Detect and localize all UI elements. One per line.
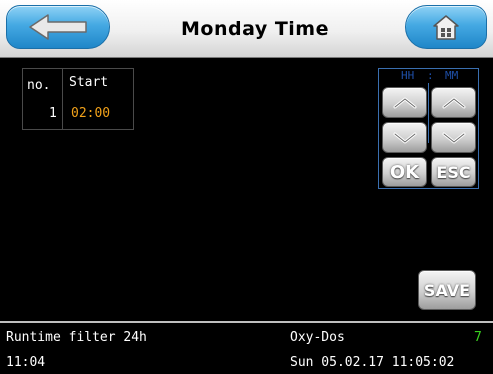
time-separator: : [427,69,434,82]
column-header-start: Start [69,75,109,90]
ok-label: OK [389,161,420,183]
date-time-display: Sun 05.02.17 11:05:02 [290,355,455,370]
chevron-down-icon [442,132,465,143]
minutes-label: MM [445,69,459,82]
hours-up-button[interactable] [382,87,427,118]
runtime-filter-time: 11:04 [6,355,46,370]
column-divider [62,69,63,129]
esc-label: ESC [436,162,471,182]
save-label: SAVE [423,280,471,300]
chevron-up-icon [442,97,465,108]
time-adjuster: HH : MM OK ESC [378,68,479,189]
house-icon [433,15,459,40]
esc-button[interactable]: ESC [431,157,476,187]
back-button[interactable] [6,5,110,49]
hours-label: HH [401,69,415,82]
hours-down-button[interactable] [382,122,427,153]
start-time-cell[interactable]: 02:00 [71,106,110,121]
column-header-no: no. [27,78,51,93]
minutes-down-button[interactable] [431,122,476,153]
schedule-table: no. Start 1 02:00 [22,68,134,130]
runtime-filter-label: Runtime filter 24h [6,330,147,345]
chevron-up-icon [393,97,416,108]
ok-button[interactable]: OK [382,157,427,187]
dosing-value: 7 [474,330,482,345]
save-button[interactable]: SAVE [418,270,476,310]
arrow-left-icon [29,14,87,40]
header-bar: Monday Time [0,0,493,58]
page-title: Monday Time [181,18,329,40]
row-number: 1 [49,106,57,121]
home-button[interactable] [405,5,487,49]
dosing-label: Oxy-Dos [290,330,345,345]
minutes-up-button[interactable] [431,87,476,118]
status-bar: Runtime filter 24h 11:04 Oxy-Dos 7 Sun 0… [0,321,493,374]
chevron-down-icon [393,132,416,143]
adjuster-divider [428,83,429,143]
